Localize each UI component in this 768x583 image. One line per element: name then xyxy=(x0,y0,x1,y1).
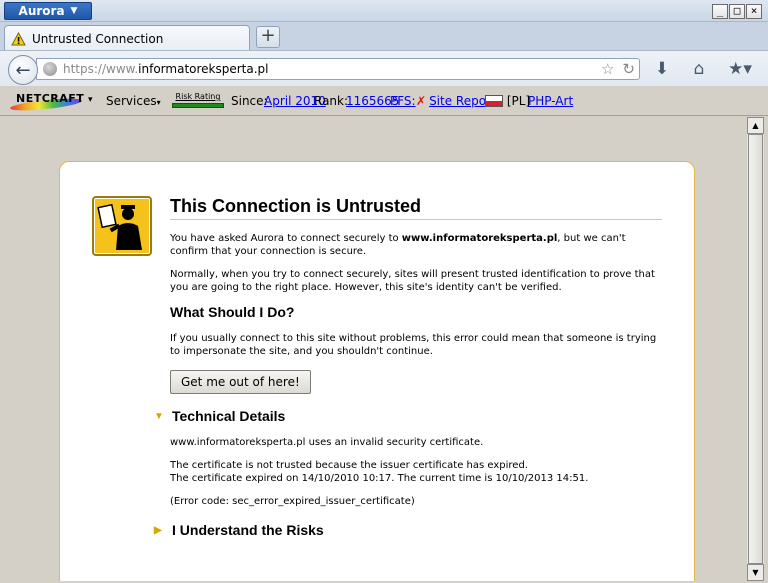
intro-text: You have asked Aurora to connect securel… xyxy=(170,233,402,244)
vertical-scrollbar[interactable]: ▲ ▼ xyxy=(747,117,764,581)
tab-strip: Untrusted Connection + xyxy=(0,22,768,51)
netcraft-menu-chevron-icon[interactable]: ▾ xyxy=(88,95,93,105)
intro-host: www.informatoreksperta.pl xyxy=(401,233,558,244)
security-officer-icon xyxy=(92,196,152,256)
scroll-down-arrow-icon[interactable]: ▼ xyxy=(747,564,764,581)
error-code: (Error code: sec_error_expired_issuer_ce… xyxy=(170,496,415,507)
new-tab-button[interactable]: + xyxy=(256,26,280,48)
services-label: Services xyxy=(106,94,157,108)
back-button[interactable]: ← xyxy=(8,55,38,85)
app-menu-label: Aurora xyxy=(18,4,65,18)
reload-icon[interactable]: ↻ xyxy=(622,60,635,78)
triangle-right-icon: ▶ xyxy=(154,524,162,536)
host-org-link[interactable]: PHP-Art xyxy=(528,94,573,108)
minimize-button[interactable]: _ xyxy=(712,4,728,19)
risk-rating-label: Risk Rating xyxy=(175,92,221,101)
url-bar-icons: ☆ ↻ xyxy=(601,60,635,78)
technical-details-heading: Technical Details xyxy=(172,408,286,424)
url-scheme: https://www. xyxy=(63,62,139,76)
netcraft-logo[interactable]: NETCRAFT xyxy=(9,92,84,113)
technical-details-toggle[interactable]: ▼ Technical Details xyxy=(154,408,662,424)
country-code: [PL] xyxy=(506,94,531,108)
rank-label: Rank: xyxy=(314,94,349,108)
home-icon[interactable]: ⌂ xyxy=(689,59,709,79)
app-menu-button[interactable]: Aurora ▼ xyxy=(4,2,92,20)
warning-icon xyxy=(11,31,26,45)
pfs-link[interactable]: PFS: xyxy=(390,94,416,108)
understand-risks-heading: I Understand the Risks xyxy=(172,522,324,538)
chevron-down-icon: ▾ xyxy=(156,98,161,107)
tab-title: Untrusted Connection xyxy=(32,31,164,46)
risk-rating-bar xyxy=(172,103,224,108)
error-box: This Connection is Untrusted You have as… xyxy=(59,161,695,581)
bookmark-star-icon[interactable]: ☆ xyxy=(601,60,614,78)
tech-detail-line: The certificate is not trusted because t… xyxy=(170,460,528,471)
maximize-button[interactable]: □ xyxy=(729,4,745,19)
tech-detail-line: www.informatoreksperta.pl uses an invali… xyxy=(170,437,484,448)
triangle-down-icon: ▼ xyxy=(154,410,164,422)
site-report-item[interactable]: ✗ Site Report xyxy=(416,94,496,108)
back-arrow-icon: ← xyxy=(15,59,31,81)
cross-icon: ✗ xyxy=(416,94,427,108)
get-me-out-button[interactable]: Get me out of here! xyxy=(170,370,311,394)
netcraft-toolbar: NETCRAFT ▾ Services▾ Risk Rating Since: … xyxy=(0,86,768,116)
page-title: This Connection is Untrusted xyxy=(170,196,662,220)
tab-untrusted-connection[interactable]: Untrusted Connection xyxy=(4,25,250,51)
url-bar[interactable]: https://www.informatoreksperta.pl ☆ ↻ xyxy=(36,58,640,80)
what-should-i-do-heading: What Should I Do? xyxy=(170,304,295,320)
normally-paragraph: Normally, when you try to connect secure… xyxy=(170,269,655,293)
tech-detail-line: The certificate expired on 14/10/2010 10… xyxy=(170,473,589,484)
poland-flag-icon xyxy=(485,95,503,107)
bookmarks-menu-icon[interactable]: ★▾ xyxy=(724,59,756,79)
services-menu[interactable]: Services▾ xyxy=(106,94,161,108)
country-item: [PL] xyxy=(485,94,530,108)
url-host: informatoreksperta.pl xyxy=(138,62,269,76)
chevron-down-icon: ▼ xyxy=(70,6,78,16)
scroll-up-arrow-icon[interactable]: ▲ xyxy=(747,117,764,134)
navigation-bar: https://www.informatoreksperta.pl ☆ ↻ ← … xyxy=(0,50,768,86)
error-content: This Connection is Untrusted You have as… xyxy=(154,196,662,550)
netcraft-logo-text: NETCRAFT xyxy=(16,92,85,105)
intro-paragraph: You have asked Aurora to connect securel… xyxy=(170,232,662,258)
title-bar: Aurora ▼ _ □ × xyxy=(0,0,768,22)
url-text[interactable]: https://www.informatoreksperta.pl xyxy=(63,62,269,76)
understand-risks-toggle[interactable]: ▶ I Understand the Risks xyxy=(154,522,662,538)
since-label: Since: xyxy=(231,94,268,108)
globe-icon xyxy=(43,62,57,76)
close-button[interactable]: × xyxy=(746,4,762,19)
page-viewport: This Connection is Untrusted You have as… xyxy=(3,117,747,581)
what-should-i-do-text: If you usually connect to this site with… xyxy=(170,333,657,357)
risk-rating-indicator[interactable]: Risk Rating xyxy=(172,92,224,109)
scrollbar-thumb[interactable] xyxy=(748,134,763,564)
downloads-icon[interactable]: ⬇ xyxy=(652,59,672,79)
